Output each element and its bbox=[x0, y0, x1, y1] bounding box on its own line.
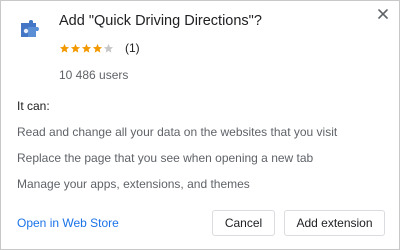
puzzle-piece-icon bbox=[21, 20, 39, 37]
star-filled-icon bbox=[70, 43, 81, 53]
rating-count: (1) bbox=[125, 41, 140, 55]
star-filled-icon bbox=[59, 43, 70, 53]
permission-item: Read and change all your data on the web… bbox=[17, 125, 338, 139]
close-icon bbox=[378, 9, 388, 19]
star-empty-icon bbox=[103, 43, 114, 53]
star-rating bbox=[59, 43, 114, 54]
dialog-title: Add "Quick Driving Directions"? bbox=[59, 13, 262, 29]
permission-item: Replace the page that you see when openi… bbox=[17, 151, 314, 165]
star-filled-icon bbox=[81, 43, 92, 53]
add-extension-dialog: Add "Quick Driving Directions"? (1) 10 4… bbox=[0, 0, 400, 250]
permission-item: Manage your apps, extensions, and themes bbox=[17, 177, 250, 191]
add-extension-button[interactable]: Add extension bbox=[284, 210, 385, 236]
open-in-web-store-link[interactable]: Open in Web Store bbox=[17, 216, 119, 230]
rating-row: (1) bbox=[59, 41, 140, 55]
permissions-label: It can: bbox=[17, 99, 50, 113]
user-count: 10 486 users bbox=[59, 68, 129, 82]
close-button[interactable] bbox=[375, 6, 391, 22]
star-filled-icon bbox=[92, 43, 103, 53]
cancel-button[interactable]: Cancel bbox=[212, 210, 275, 236]
